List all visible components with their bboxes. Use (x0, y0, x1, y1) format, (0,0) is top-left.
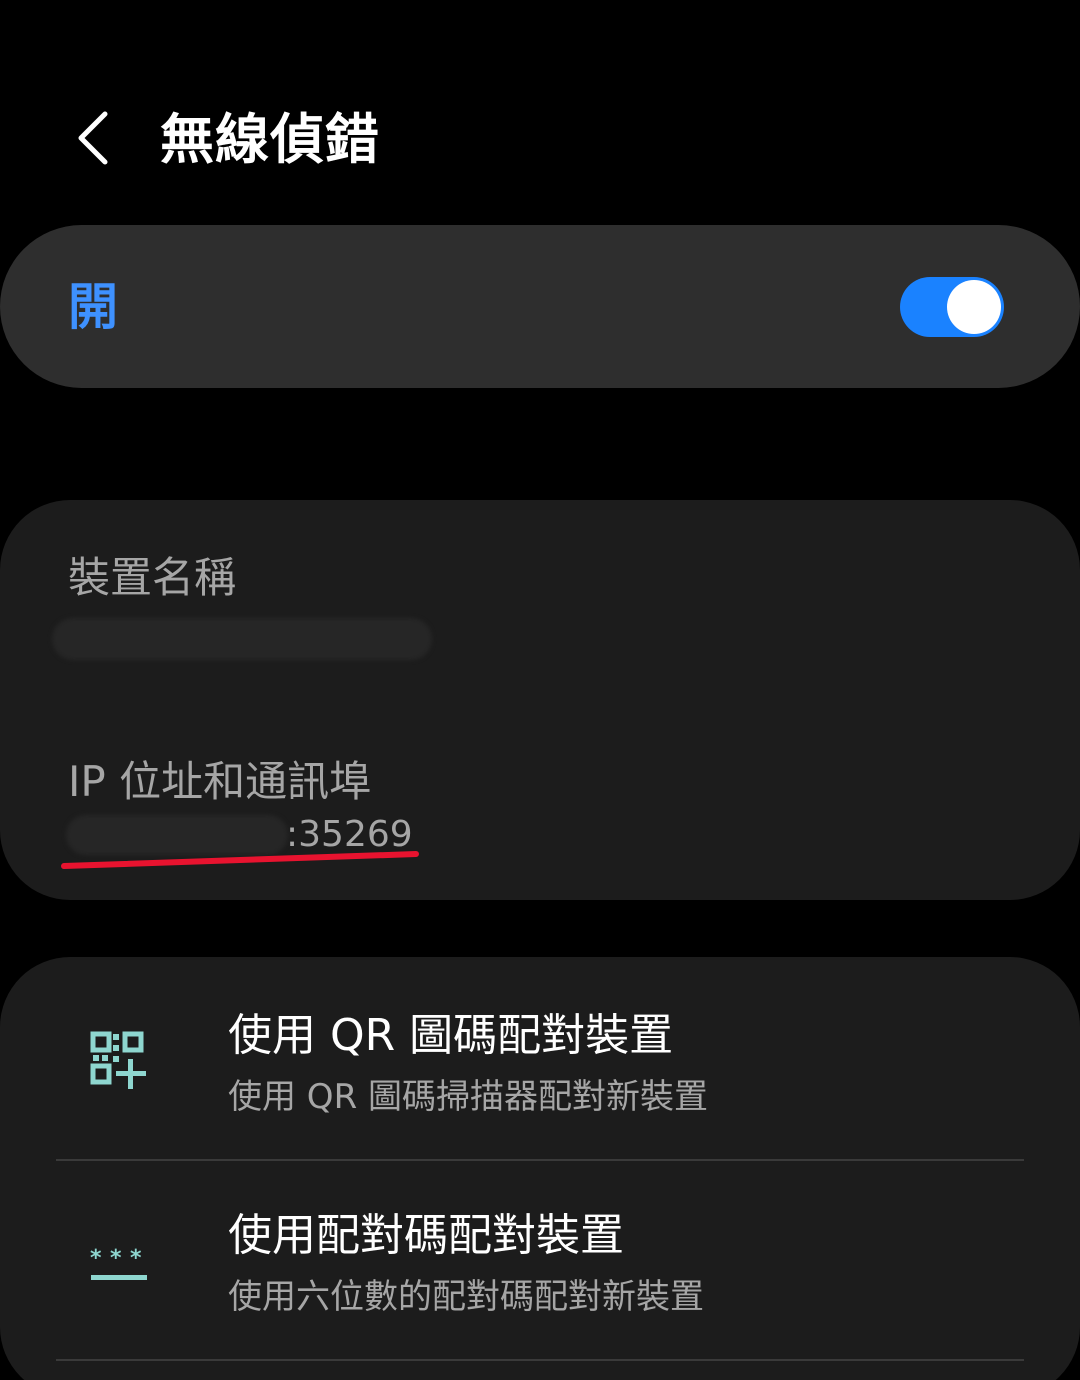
page-title: 無線偵錯 (160, 108, 380, 171)
pair-with-code-item[interactable]: * * * 使用配對碼配對裝置 使用六位數的配對碼配對新裝置 (0, 1161, 1080, 1361)
device-name-redacted (52, 618, 432, 660)
pair-with-code-subtitle: 使用六位數的配對碼配對新裝置 (228, 1277, 704, 1317)
svg-text:*: * (110, 1246, 122, 1271)
divider (56, 1359, 1024, 1361)
pair-with-qr-item[interactable]: 使用 QR 圖碼配對裝置 使用 QR 圖碼掃描器配對新裝置 (0, 957, 1080, 1157)
qr-code-icon (90, 1031, 146, 1089)
pair-with-code-title: 使用配對碼配對裝置 (228, 1210, 624, 1261)
master-switch[interactable] (900, 277, 1004, 337)
master-toggle-row[interactable]: 開 (0, 225, 1080, 388)
ip-port-label: IP 位址和通訊埠 (68, 757, 372, 806)
svg-text:*: * (90, 1246, 102, 1271)
wireless-debugging-screen: 無線偵錯 開 裝置名稱 IP 位址和通訊埠 :35269 使用 QR 圖碼配對裝… (0, 0, 1080, 1380)
device-name-label: 裝置名稱 (68, 553, 237, 602)
switch-thumb (947, 280, 1001, 334)
pairing-options-card: 使用 QR 圖碼配對裝置 使用 QR 圖碼掃描器配對新裝置 * * * 使用配對… (0, 957, 1080, 1380)
chevron-left-icon (78, 111, 108, 165)
pair-with-qr-subtitle: 使用 QR 圖碼掃描器配對新裝置 (228, 1077, 709, 1117)
svg-text:*: * (130, 1246, 142, 1271)
pair-with-qr-title: 使用 QR 圖碼配對裝置 (228, 1010, 674, 1061)
back-button[interactable] (58, 98, 128, 178)
app-bar: 無線偵錯 (0, 0, 1080, 225)
red-underline-annotation (61, 851, 419, 869)
pairing-code-icon: * * * (90, 1246, 147, 1280)
master-toggle-label: 開 (68, 278, 118, 336)
